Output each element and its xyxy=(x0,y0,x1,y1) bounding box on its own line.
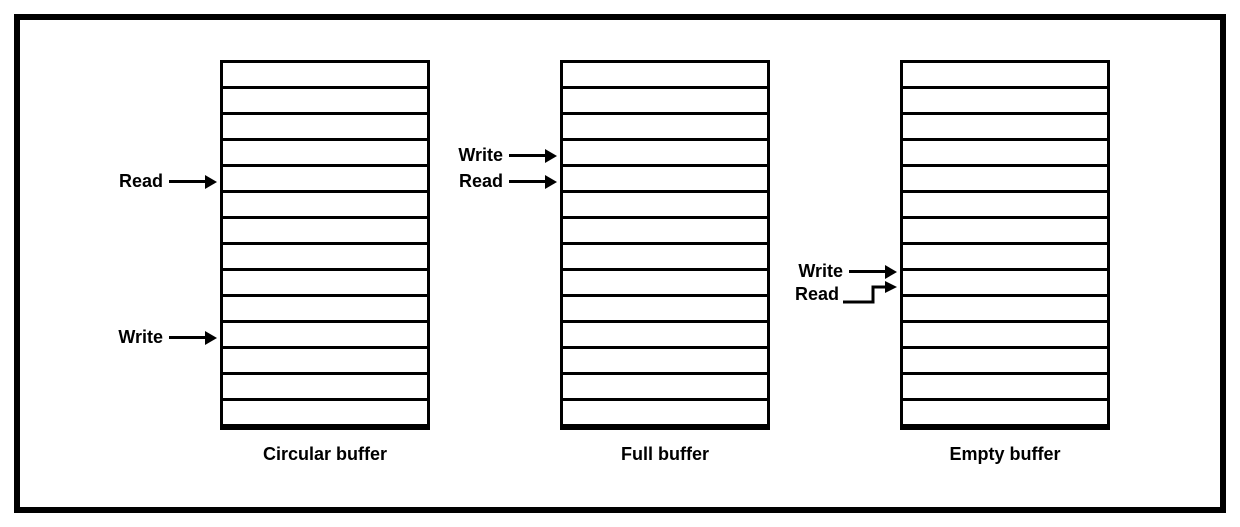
pointer-label: Write xyxy=(458,145,503,166)
buffer-cell xyxy=(223,115,427,141)
buffer-cell xyxy=(223,349,427,375)
diagram-empty: Write Read Empty buffer xyxy=(900,60,1110,465)
buffer-cell xyxy=(563,115,767,141)
buffer-cell xyxy=(563,167,767,193)
buffer-cell xyxy=(563,323,767,349)
diagram-page: Read Write Circular buffer xyxy=(0,0,1240,527)
arrow-icon xyxy=(509,149,557,163)
buffer-cell xyxy=(563,297,767,323)
buffer-cell xyxy=(903,245,1107,271)
buffer-cell xyxy=(223,193,427,219)
buffer-cell xyxy=(223,141,427,167)
buffer-cell xyxy=(563,63,767,89)
arrow-icon xyxy=(509,175,557,189)
pointer-label: Read xyxy=(459,171,503,192)
buffer-cell xyxy=(903,297,1107,323)
buffer-cell xyxy=(903,63,1107,89)
diagram-caption: Full buffer xyxy=(560,444,770,465)
buffer-cell xyxy=(563,401,767,427)
buffer-stack: Read Write xyxy=(220,60,430,430)
read-pointer: Read xyxy=(459,171,557,192)
buffer-cell xyxy=(903,401,1107,427)
arrow-elbow-icon xyxy=(843,281,897,307)
arrow-icon xyxy=(169,175,217,189)
buffer-cell xyxy=(223,219,427,245)
diagram-full: Write Read Full buffer xyxy=(560,60,770,465)
write-pointer: Write xyxy=(118,327,217,348)
buffer-cell xyxy=(563,375,767,401)
buffer-cell xyxy=(563,193,767,219)
buffer-cell xyxy=(223,323,427,349)
buffer-cell xyxy=(563,219,767,245)
buffer-cell xyxy=(563,89,767,115)
buffer-cell xyxy=(903,167,1107,193)
diagram-caption: Empty buffer xyxy=(900,444,1110,465)
buffer-cell xyxy=(903,193,1107,219)
pointer-label: Read xyxy=(119,171,163,192)
buffer-cell xyxy=(903,89,1107,115)
buffer-cell xyxy=(903,271,1107,297)
buffer-cell xyxy=(223,167,427,193)
buffer-cell xyxy=(903,349,1107,375)
buffer-cell xyxy=(903,323,1107,349)
outer-frame: Read Write Circular buffer xyxy=(14,14,1226,513)
buffer-stack: Write Read xyxy=(560,60,770,430)
write-pointer: Write xyxy=(458,145,557,166)
pointer-label: Read xyxy=(795,284,839,305)
diagram-circular: Read Write Circular buffer xyxy=(220,60,430,465)
arrow-icon xyxy=(849,265,897,279)
pointer-label: Write xyxy=(798,261,843,282)
buffer-stack: Write Read xyxy=(900,60,1110,430)
pointer-label: Write xyxy=(118,327,163,348)
buffer-cell xyxy=(903,115,1107,141)
buffer-cell xyxy=(223,297,427,323)
buffer-cell xyxy=(563,271,767,297)
read-pointer: Read xyxy=(119,171,217,192)
buffer-cell xyxy=(223,271,427,297)
buffer-cell xyxy=(903,141,1107,167)
buffer-cell xyxy=(223,89,427,115)
read-pointer-joined: Read xyxy=(795,281,897,307)
buffer-cell xyxy=(903,219,1107,245)
buffer-cell xyxy=(563,141,767,167)
buffer-cell xyxy=(563,245,767,271)
buffer-cell xyxy=(903,375,1107,401)
buffer-cell xyxy=(223,63,427,89)
buffer-cell xyxy=(223,245,427,271)
buffer-cell xyxy=(223,375,427,401)
buffer-cell xyxy=(563,349,767,375)
diagram-caption: Circular buffer xyxy=(220,444,430,465)
buffer-cell xyxy=(223,401,427,427)
write-pointer: Write xyxy=(798,261,897,282)
arrow-icon xyxy=(169,331,217,345)
